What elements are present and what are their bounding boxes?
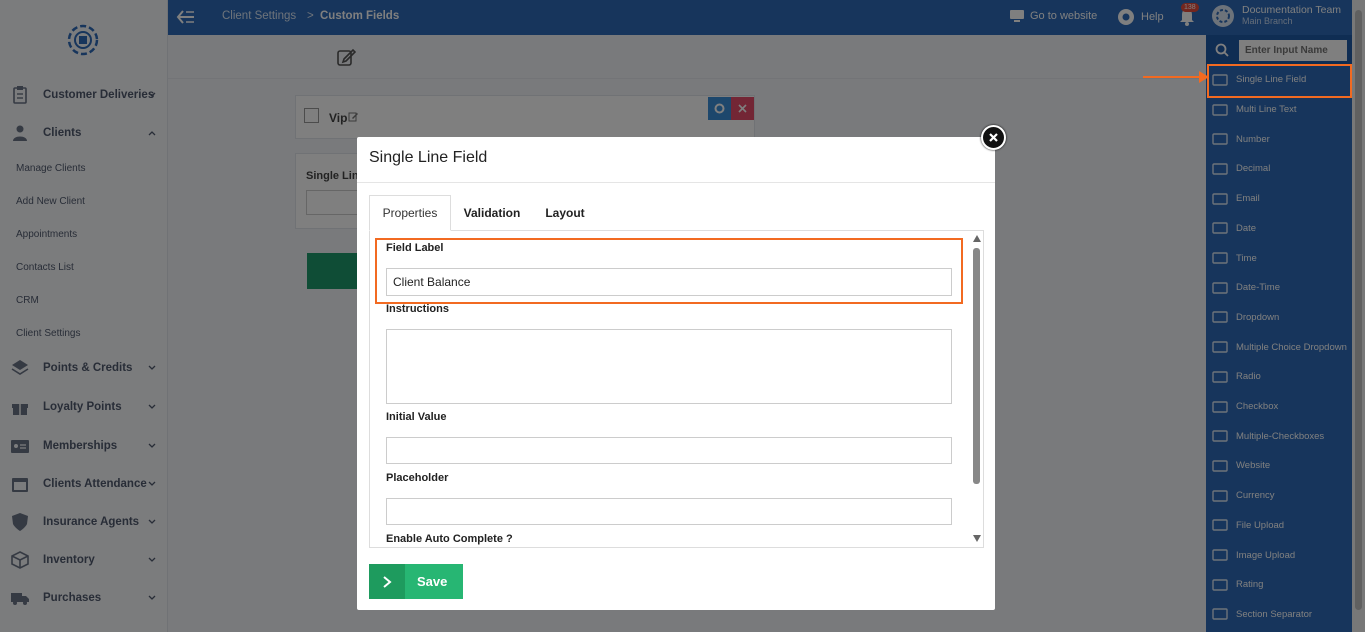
scroll-down-icon[interactable] — [973, 535, 981, 542]
dialog-scrollbar[interactable] — [971, 231, 983, 547]
close-icon — [989, 133, 998, 142]
save-label: Save — [417, 574, 448, 589]
arrow-right-icon — [1143, 71, 1209, 83]
dialog-tabs: Properties Validation Layout — [369, 195, 984, 231]
divider — [357, 182, 995, 183]
close-dialog-button[interactable] — [981, 125, 1006, 150]
highlight-single-line-field — [1207, 64, 1352, 98]
dialog-title: Single Line Field — [369, 149, 488, 166]
single-line-field-dialog: Single Line Field Properties Validation … — [357, 137, 995, 610]
instructions-label: Instructions — [386, 303, 449, 315]
tab-validation[interactable]: Validation — [459, 195, 525, 231]
initial-value-input[interactable] — [386, 437, 952, 464]
placeholder-input[interactable] — [386, 498, 952, 525]
scroll-up-icon[interactable] — [973, 235, 981, 242]
auto-complete-label: Enable Auto Complete ? — [386, 533, 513, 545]
scrollbar-thumb[interactable] — [973, 248, 980, 484]
tab-layout[interactable]: Layout — [541, 195, 589, 231]
chevron-right-icon — [369, 564, 405, 599]
save-button[interactable]: Save — [369, 564, 463, 599]
highlight-field-label — [375, 238, 963, 304]
placeholder-label: Placeholder — [386, 472, 449, 484]
tab-properties[interactable]: Properties — [369, 195, 451, 231]
initial-value-label: Initial Value — [386, 411, 447, 423]
instructions-textarea[interactable] — [386, 329, 952, 404]
